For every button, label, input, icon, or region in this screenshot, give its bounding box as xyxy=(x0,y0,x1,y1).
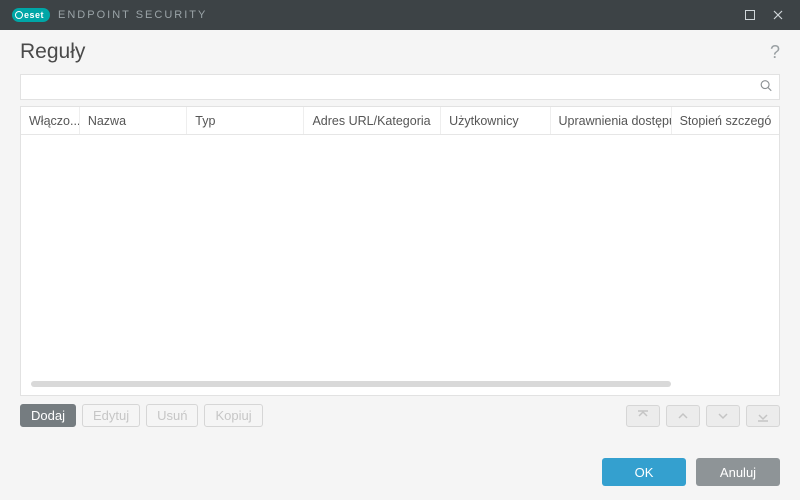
move-up-button xyxy=(666,405,700,427)
column-header[interactable]: Użytkownicy xyxy=(441,107,550,134)
window-maximize-icon[interactable] xyxy=(736,1,764,29)
delete-button: Usuń xyxy=(146,404,198,427)
heading-row: Reguły ? xyxy=(0,30,800,70)
column-header[interactable]: Uprawnienia dostępu xyxy=(551,107,672,134)
horizontal-scrollbar[interactable] xyxy=(31,381,671,387)
column-header[interactable]: Adres URL/Kategoria xyxy=(304,107,441,134)
action-row: Dodaj Edytuj Usuń Kopiuj xyxy=(20,404,780,427)
table-body xyxy=(21,135,779,381)
ok-button[interactable]: OK xyxy=(602,458,686,486)
column-header[interactable]: Typ xyxy=(187,107,304,134)
table-header: Włączo...NazwaTypAdres URL/KategoriaUżyt… xyxy=(21,107,779,135)
dialog-footer: OK Anuluj xyxy=(602,458,780,486)
cancel-button[interactable]: Anuluj xyxy=(696,458,780,486)
help-icon[interactable]: ? xyxy=(770,42,780,63)
search-input[interactable] xyxy=(21,75,779,99)
column-header[interactable]: Stopień szczegó xyxy=(672,107,779,134)
add-button[interactable]: Dodaj xyxy=(20,404,76,427)
brand-badge: eset xyxy=(12,8,50,22)
move-bottom-button xyxy=(746,405,780,427)
rules-table: Włączo...NazwaTypAdres URL/KategoriaUżyt… xyxy=(20,106,780,396)
search-icon[interactable] xyxy=(759,79,773,96)
move-top-button xyxy=(626,405,660,427)
page-title: Reguły xyxy=(20,40,85,64)
column-header[interactable]: Włączo... xyxy=(21,107,80,134)
window-close-icon[interactable] xyxy=(764,1,792,29)
search-field[interactable] xyxy=(20,74,780,100)
move-down-button xyxy=(706,405,740,427)
edit-button: Edytuj xyxy=(82,404,140,427)
product-name: ENDPOINT SECURITY xyxy=(58,9,207,21)
copy-button: Kopiuj xyxy=(204,404,262,427)
column-header[interactable]: Nazwa xyxy=(80,107,187,134)
titlebar: eset ENDPOINT SECURITY xyxy=(0,0,800,30)
